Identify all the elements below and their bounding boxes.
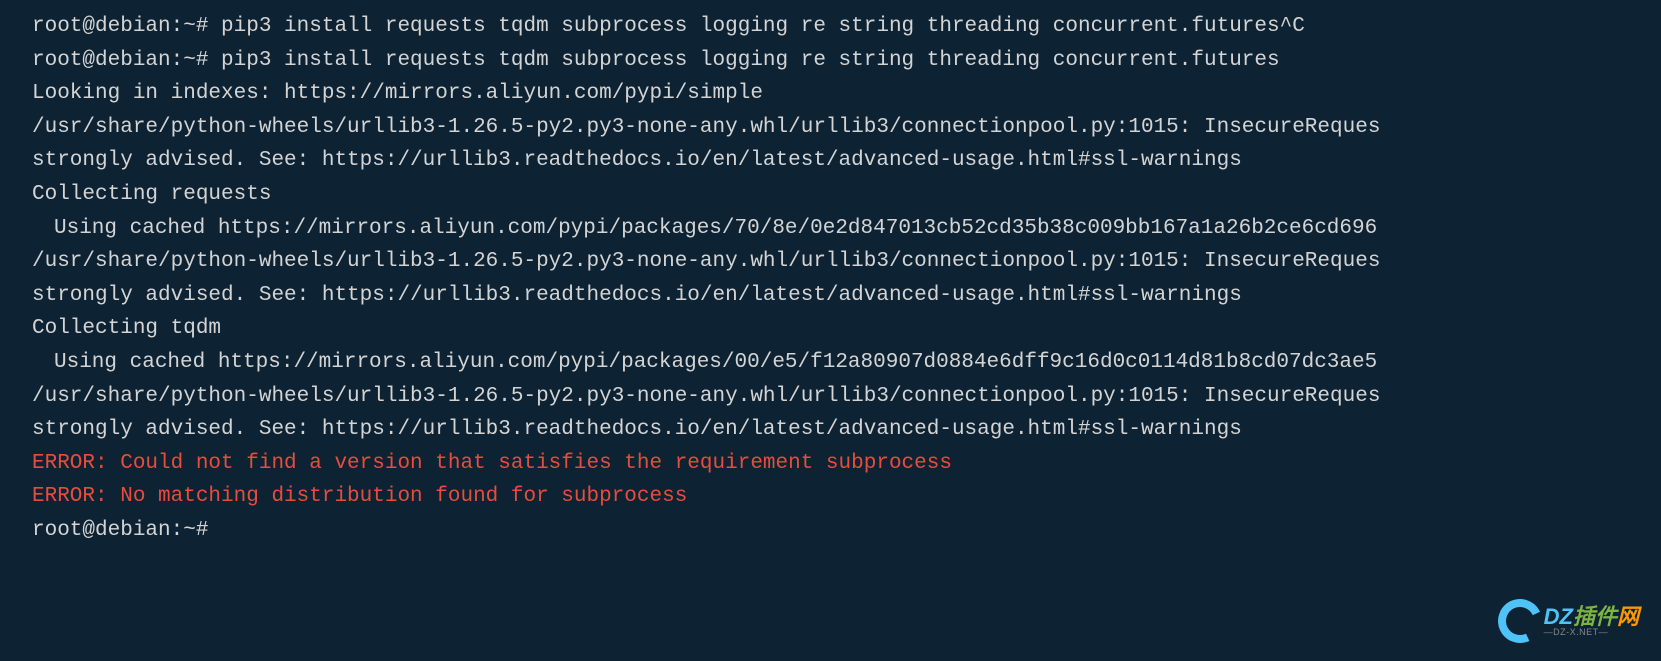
logo-text-w: 网 (1617, 604, 1639, 629)
terminal-prompt[interactable]: root@debian:~# (32, 514, 1661, 548)
logo-icon (1498, 599, 1542, 643)
terminal-line: root@debian:~# pip3 install requests tqd… (32, 44, 1661, 78)
terminal-line: root@debian:~# pip3 install requests tqd… (32, 10, 1661, 44)
logo-subtext: —DZ-X.NET— (1544, 628, 1609, 637)
logo-text: DZ插件网 —DZ-X.NET— (1544, 606, 1639, 637)
terminal-line: /usr/share/python-wheels/urllib3-1.26.5-… (32, 111, 1661, 145)
terminal-line: /usr/share/python-wheels/urllib3-1.26.5-… (32, 380, 1661, 414)
terminal-error-line: ERROR: Could not find a version that sat… (32, 447, 1661, 481)
terminal-line: Collecting requests (32, 178, 1661, 212)
logo-text-cj: 插件 (1573, 604, 1617, 629)
terminal-line: Using cached https://mirrors.aliyun.com/… (32, 346, 1661, 380)
terminal-error-line: ERROR: No matching distribution found fo… (32, 480, 1661, 514)
logo-text-dz: DZ (1544, 604, 1573, 629)
terminal-line: strongly advised. See: https://urllib3.r… (32, 144, 1661, 178)
terminal-line: Collecting tqdm (32, 312, 1661, 346)
watermark-logo: DZ插件网 —DZ-X.NET— (1498, 599, 1639, 643)
terminal-line: strongly advised. See: https://urllib3.r… (32, 279, 1661, 313)
terminal-line: Using cached https://mirrors.aliyun.com/… (32, 212, 1661, 246)
terminal-output[interactable]: root@debian:~# pip3 install requests tqd… (32, 10, 1661, 548)
terminal-line: Looking in indexes: https://mirrors.aliy… (32, 77, 1661, 111)
terminal-line: strongly advised. See: https://urllib3.r… (32, 413, 1661, 447)
terminal-line: /usr/share/python-wheels/urllib3-1.26.5-… (32, 245, 1661, 279)
